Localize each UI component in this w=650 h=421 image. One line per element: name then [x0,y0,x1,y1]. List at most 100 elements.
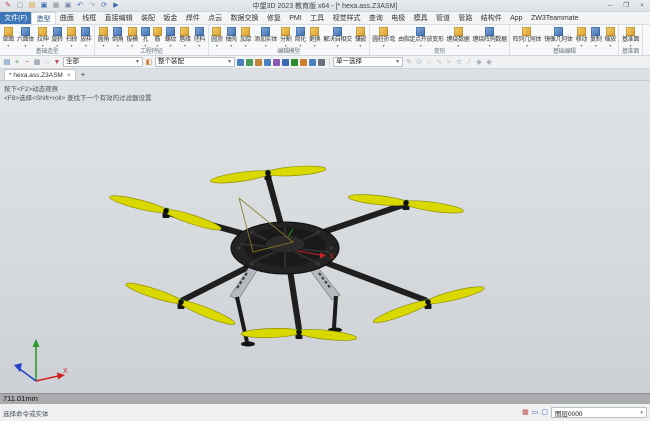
ribbon-button[interactable]: 扫掠▾ [64,26,78,48]
pick-curve-icon[interactable] [264,59,271,66]
ribbon-button[interactable]: 草图▾ [1,26,15,48]
open-folder-icon[interactable]: ▤ [27,1,37,11]
grid-table-icon[interactable]: ▦ [32,57,42,68]
ribbon-button[interactable]: 孔▾ [139,26,151,48]
save-all-icon[interactable]: ▣ [63,1,73,11]
ribbon-button[interactable]: 抽壳▾ [224,26,238,48]
pi-icon[interactable]: π [454,57,464,68]
hand2-icon[interactable]: ◆ [484,57,494,68]
ribbon-tab-2[interactable]: 曲面 [56,12,78,24]
ribbon-tab-14[interactable]: 查询 [365,12,387,24]
list-orange-icon[interactable] [300,59,307,66]
ribbon-tab-18[interactable]: 管路 [454,12,476,24]
ribbon-button[interactable]: 简化▾ [293,26,307,48]
viewport-3d[interactable]: 按下<F2>动态观察<F8>选择<Shift+roll> 查找下一个有效的过滤器… [0,81,650,393]
ribbon-button[interactable]: 镶嵌▾ [353,26,367,48]
list-blue-icon[interactable] [282,59,289,66]
redo-icon[interactable]: ↷ [87,1,97,11]
ribbon-tab-5[interactable]: 装配 [137,12,159,24]
print-icon[interactable]: ▦ [51,1,61,11]
save-icon[interactable]: ▣ [39,1,49,11]
ribbon-button[interactable]: 螺纹▾ [163,26,177,48]
pick-shape-icon[interactable] [237,59,244,66]
ribbon-tab-13[interactable]: 视觉样式 [328,12,364,24]
document-tab-active[interactable]: * hexa.ass.Z3ASM × [4,69,76,80]
ribbon-button[interactable]: 缠绕阵列数据▾ [471,26,508,48]
ribbon-button[interactable]: 基准面▾ [620,26,640,48]
ribbon-tab-21[interactable]: ZW3Teammate [527,12,583,24]
ribbon-button[interactable]: 阵列几何体▾ [511,26,543,48]
undo-icon[interactable]: ↶ [75,1,85,11]
list-green-icon[interactable] [291,59,298,66]
ribbon-button[interactable]: 六面体▾ [15,26,35,48]
circle-select-icon[interactable]: ◌ [42,57,52,68]
ribbon-button[interactable]: 由指定点开放变形▾ [397,26,446,48]
ribbon-button[interactable]: 添加实体▾ [253,26,279,48]
line-icon[interactable]: ∕ [464,57,474,68]
filter-funnel-icon[interactable]: ▼ [52,57,62,68]
ribbon-tab-10[interactable]: 修复 [263,12,285,24]
ribbon-tab-9[interactable]: 数据交换 [226,12,262,24]
pick-edge-icon[interactable] [255,59,262,66]
ribbon-button[interactable]: 圆柱折弯▾ [371,26,397,48]
ribbon-button[interactable]: 拉伸▾ [36,26,50,48]
scope-dropdown[interactable]: 整个装配▼ [155,57,235,67]
ribbon-tab-12[interactable]: 工具 [306,12,328,24]
target-icon[interactable] [318,59,325,66]
remove-icon[interactable]: − [22,57,32,68]
ribbon-button[interactable]: 旋转▾ [50,26,64,48]
refresh-icon[interactable]: ⟳ [99,1,109,11]
ribbon-tab-19[interactable]: 结构件 [477,12,506,24]
ribbon-button[interactable]: 放样▾ [79,26,93,48]
ribbon-button[interactable]: 唇缘▾ [178,26,192,48]
play-icon[interactable]: ▶ [111,1,121,11]
curve-icon[interactable]: ≈ [444,57,454,68]
circle-dot-icon[interactable]: ⊙ [414,57,424,68]
manager-panel-icon[interactable]: ▤ [2,57,12,68]
pick-mode-dropdown[interactable]: 单一选择▼ [333,57,403,67]
ribbon-button[interactable]: 坯料▾ [192,26,206,48]
ribbon-tab-20[interactable]: App [506,12,527,24]
ribbon-button[interactable]: 圆角▾ [96,26,110,48]
ribbon-tab-7[interactable]: 焊件 [182,12,204,24]
close-tab-icon[interactable]: × [67,72,71,79]
ribbon-button[interactable]: 加厚▾ [238,26,252,48]
ribbon-tab-4[interactable]: 直接编辑 [100,12,136,24]
pick-point-icon[interactable] [273,59,280,66]
ribbon-button[interactable]: 缠绕数据▾ [445,26,471,48]
hand-icon[interactable]: ◆ [474,57,484,68]
ribbon-tab-16[interactable]: 模具 [409,12,431,24]
new-file-icon[interactable]: ▢ [15,1,25,11]
ribbon-button[interactable]: 圆顶▾ [210,26,224,48]
minimize-button[interactable]: ─ [602,0,618,11]
hexacopter-model[interactable]: X X [0,81,650,393]
ribbon-tab-3[interactable]: 线框 [78,12,100,24]
ribbon-button[interactable]: 镜像几何体▾ [543,26,575,48]
entity-filter-dropdown[interactable]: 全部▼ [63,57,143,67]
document-icon[interactable]: ▢ [541,408,548,418]
ribbon-tab-8[interactable]: 点云 [204,12,226,24]
pencil-icon[interactable]: ✎ [404,57,414,68]
maximize-button[interactable]: ❐ [618,0,634,11]
app-logo-icon[interactable]: ✎ [3,1,13,11]
add-icon[interactable]: + [12,57,22,68]
ribbon-button[interactable]: 分割▾ [279,26,293,48]
ribbon-button[interactable]: 复制▾ [589,26,603,48]
new-tab-button[interactable]: + [76,69,91,80]
ribbon-button[interactable]: 移动▾ [574,26,588,48]
layer-dropdown[interactable]: 图层0000 ▾ [551,407,647,418]
ribbon-button[interactable]: 拔模▾ [125,26,139,48]
monitor-icon[interactable]: ▭ [532,408,539,418]
calculator-icon[interactable]: ▦ [522,408,529,418]
ribbon-tab-11[interactable]: PMI [285,12,306,24]
ribbon-button[interactable]: 缩放▾ [603,26,617,48]
ribbon-button[interactable]: 解决自相交▾ [322,26,354,48]
spline-icon[interactable]: ∿ [434,57,444,68]
history-clock-icon[interactable] [309,59,316,66]
ribbon-tab-1[interactable]: 造型 [31,12,55,24]
ribbon-tab-17[interactable]: 管道 [432,12,454,24]
ribbon-tab-6[interactable]: 钣金 [159,12,181,24]
ribbon-tab-15[interactable]: 电极 [387,12,409,24]
circle-icon[interactable]: ○ [424,57,434,68]
ribbon-button[interactable]: 筋▾ [151,26,163,48]
